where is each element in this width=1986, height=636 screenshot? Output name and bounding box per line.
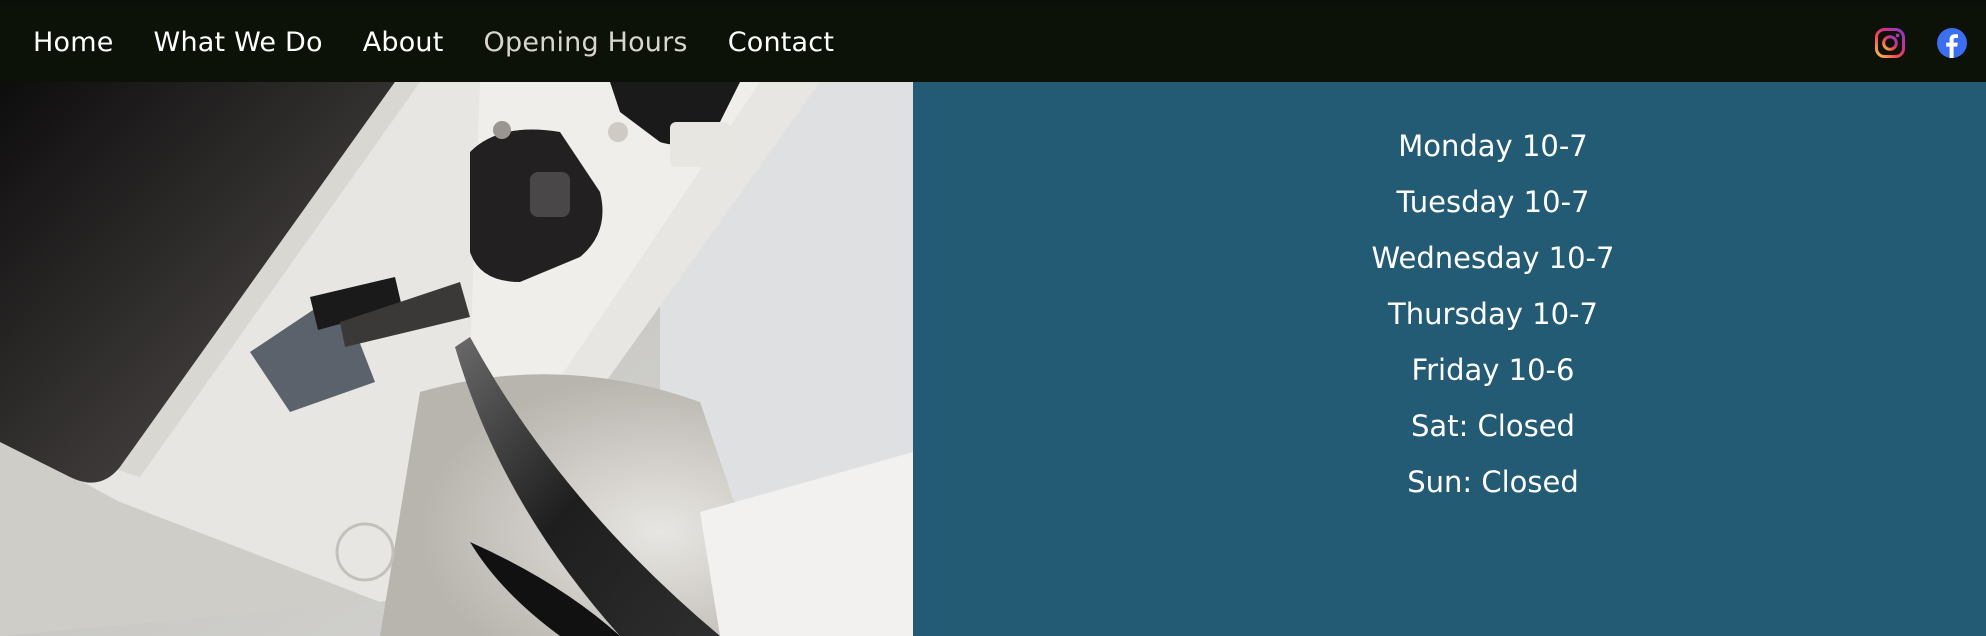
phone-repair-image	[0, 82, 913, 636]
hours-monday: Monday 10-7	[1398, 129, 1588, 163]
opening-hours-list: Monday 10-7 Tuesday 10-7 Wednesday 10-7 …	[913, 118, 1986, 510]
opening-hours-panel: Monday 10-7 Tuesday 10-7 Wednesday 10-7 …	[913, 82, 1986, 636]
main-nav: Home What We Do About Opening Hours Cont…	[33, 3, 874, 82]
hours-sunday: Sun: Closed	[1407, 465, 1579, 499]
hours-thursday: Thursday 10-7	[1388, 297, 1598, 331]
nav-item-about[interactable]: About	[363, 27, 444, 58]
nav-item-contact[interactable]: Contact	[728, 27, 834, 58]
top-navbar: Home What We Do About Opening Hours Cont…	[0, 0, 1986, 82]
hours-wednesday: Wednesday 10-7	[1371, 241, 1615, 275]
hours-saturday: Sat: Closed	[1411, 409, 1575, 443]
hours-friday: Friday 10-6	[1411, 353, 1575, 387]
hours-tuesday: Tuesday 10-7	[1396, 185, 1590, 219]
nav-item-home[interactable]: Home	[33, 27, 114, 58]
social-links	[1874, 3, 1986, 82]
hero-photo	[0, 82, 913, 636]
nav-item-opening-hours[interactable]: Opening Hours	[484, 27, 688, 58]
nav-item-what-we-do[interactable]: What We Do	[154, 27, 323, 58]
instagram-icon[interactable]	[1874, 27, 1906, 59]
facebook-icon[interactable]	[1936, 27, 1968, 59]
